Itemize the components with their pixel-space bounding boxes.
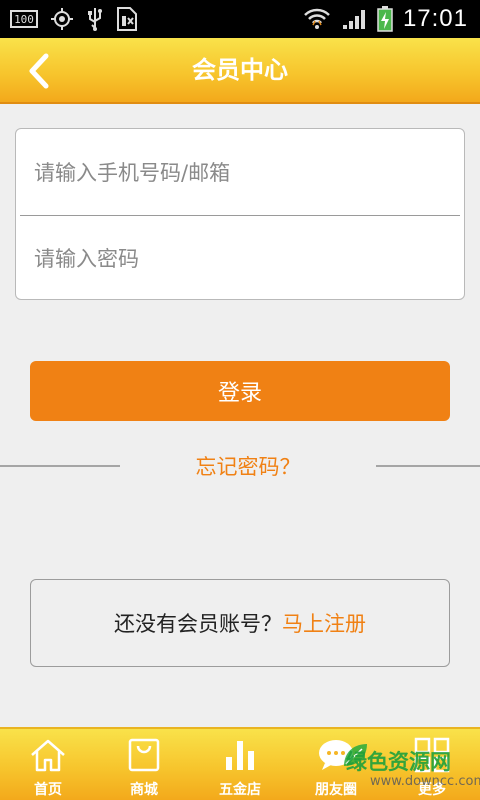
divider-line-left xyxy=(0,465,120,467)
home-icon xyxy=(28,735,68,775)
password-input[interactable] xyxy=(34,217,446,301)
nav-label-friends: 朋友圈 xyxy=(315,782,357,798)
status-right-icons: 17:01 xyxy=(303,4,468,34)
nav-item-home[interactable]: 首页 xyxy=(0,729,96,800)
shopping-bag-icon xyxy=(124,735,164,775)
forgot-password-link[interactable]: 忘记密码？ xyxy=(120,451,376,483)
nav-item-hardware-store[interactable]: 五金店 xyxy=(192,729,288,800)
login-form xyxy=(15,128,465,301)
bottom-nav: 首页 商城 五金店 朋友圈 更多 xyxy=(0,727,480,800)
bar-chart-icon xyxy=(220,735,260,775)
login-button[interactable]: 登录 xyxy=(30,361,450,421)
nav-label-hardware-store: 五金店 xyxy=(219,782,261,798)
register-box[interactable]: 还没有会员账号？ 马上注册 xyxy=(30,579,450,667)
gps-icon xyxy=(50,7,74,31)
phone-email-input[interactable] xyxy=(34,131,446,215)
sim-card-icon xyxy=(116,6,138,32)
status-left-icons: 100 xyxy=(10,6,138,32)
usb-icon xyxy=(86,6,104,32)
nav-label-home: 首页 xyxy=(34,782,62,798)
nav-item-mall[interactable]: 商城 xyxy=(96,729,192,800)
page-title: 会员中心 xyxy=(192,56,288,84)
register-prompt: 还没有会员账号？ xyxy=(114,612,282,636)
battery-charging-icon xyxy=(377,6,393,32)
chevron-left-icon xyxy=(29,53,49,89)
battery-level-icon: 100 xyxy=(10,10,38,28)
signal-icon xyxy=(341,7,367,31)
nav-item-more[interactable]: 更多 xyxy=(384,729,480,800)
grid-icon xyxy=(412,735,452,775)
divider-line-right xyxy=(376,465,480,467)
app-header: 会员中心 xyxy=(0,38,480,104)
nav-item-friends[interactable]: 朋友圈 xyxy=(288,729,384,800)
chat-bubble-icon xyxy=(316,735,356,775)
status-bar: 100 17:01 xyxy=(0,0,480,38)
form-divider xyxy=(20,215,460,216)
wifi-icon xyxy=(303,7,331,31)
back-button[interactable] xyxy=(18,50,60,92)
nav-label-mall: 商城 xyxy=(130,782,158,798)
status-clock: 17:01 xyxy=(402,5,468,32)
nav-label-more: 更多 xyxy=(418,782,446,798)
register-link[interactable]: 马上注册 xyxy=(282,608,366,638)
